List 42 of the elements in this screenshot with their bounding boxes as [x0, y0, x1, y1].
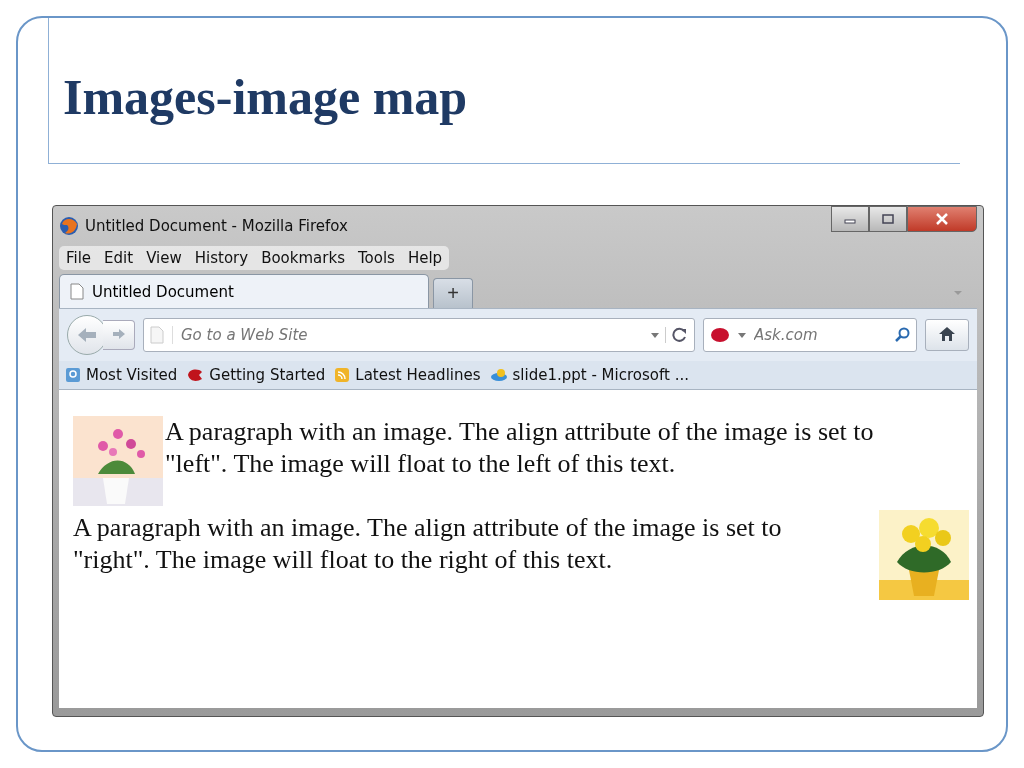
home-button[interactable] — [925, 319, 969, 351]
search-bar[interactable]: Ask.com — [703, 318, 917, 352]
dropdown-icon — [738, 332, 746, 338]
bookmark-item[interactable]: slide1.ppt - Microsoft ... — [489, 366, 689, 384]
paragraph: A paragraph with an image. The align attribute of the image is set to "right". The image will float to the right of this text. — [73, 512, 783, 576]
minimize-button[interactable] — [831, 206, 869, 232]
bookmark-item[interactable]: Latest Headlines — [334, 366, 481, 384]
window-title: Untitled Document - Mozilla Firefox — [85, 217, 348, 235]
address-field[interactable]: Go to a Web Site — [179, 325, 645, 345]
maximize-icon — [882, 214, 894, 224]
browser-tab[interactable]: Untitled Document — [59, 274, 429, 308]
forward-arrow-icon — [111, 327, 126, 340]
close-button[interactable] — [907, 206, 977, 232]
engine-logo-icon — [710, 327, 732, 343]
menu-item[interactable]: Tools — [357, 249, 395, 267]
menu-item[interactable]: File — [66, 249, 92, 267]
menu-item[interactable]: Help — [407, 249, 443, 267]
feed-icon — [334, 367, 351, 383]
menu-item[interactable]: Bookmarks — [261, 249, 345, 267]
bookmark-item[interactable]: Most Visited — [65, 366, 178, 384]
menu-item[interactable]: Edit — [104, 249, 134, 267]
close-icon — [935, 213, 949, 225]
maximize-button[interactable] — [869, 206, 907, 232]
folder-search-icon — [65, 367, 81, 383]
search-icon[interactable] — [894, 327, 910, 343]
dropdown-icon — [651, 332, 659, 338]
page-icon — [70, 283, 84, 300]
slide-title: Images-image map — [62, 68, 469, 126]
dropdown-icon — [953, 290, 963, 296]
menu-item[interactable]: History — [194, 249, 249, 267]
bookmark-link-icon — [489, 367, 508, 383]
paragraph: A paragraph with an image. The align attribute of the image is set to "left". The image will float to the left of this text. — [165, 416, 875, 480]
address-bar[interactable]: Go to a Web Site — [143, 318, 695, 352]
reload-icon[interactable] — [665, 327, 688, 343]
bookmark-item[interactable]: Getting Started — [186, 366, 326, 384]
new-tab-button[interactable]: + — [433, 278, 473, 308]
home-icon — [938, 325, 956, 342]
page-icon — [150, 326, 173, 344]
search-field[interactable]: Ask.com — [752, 325, 888, 345]
back-arrow-icon — [77, 327, 97, 343]
menu-item[interactable]: View — [146, 249, 182, 267]
globe-logo-icon — [59, 216, 79, 236]
